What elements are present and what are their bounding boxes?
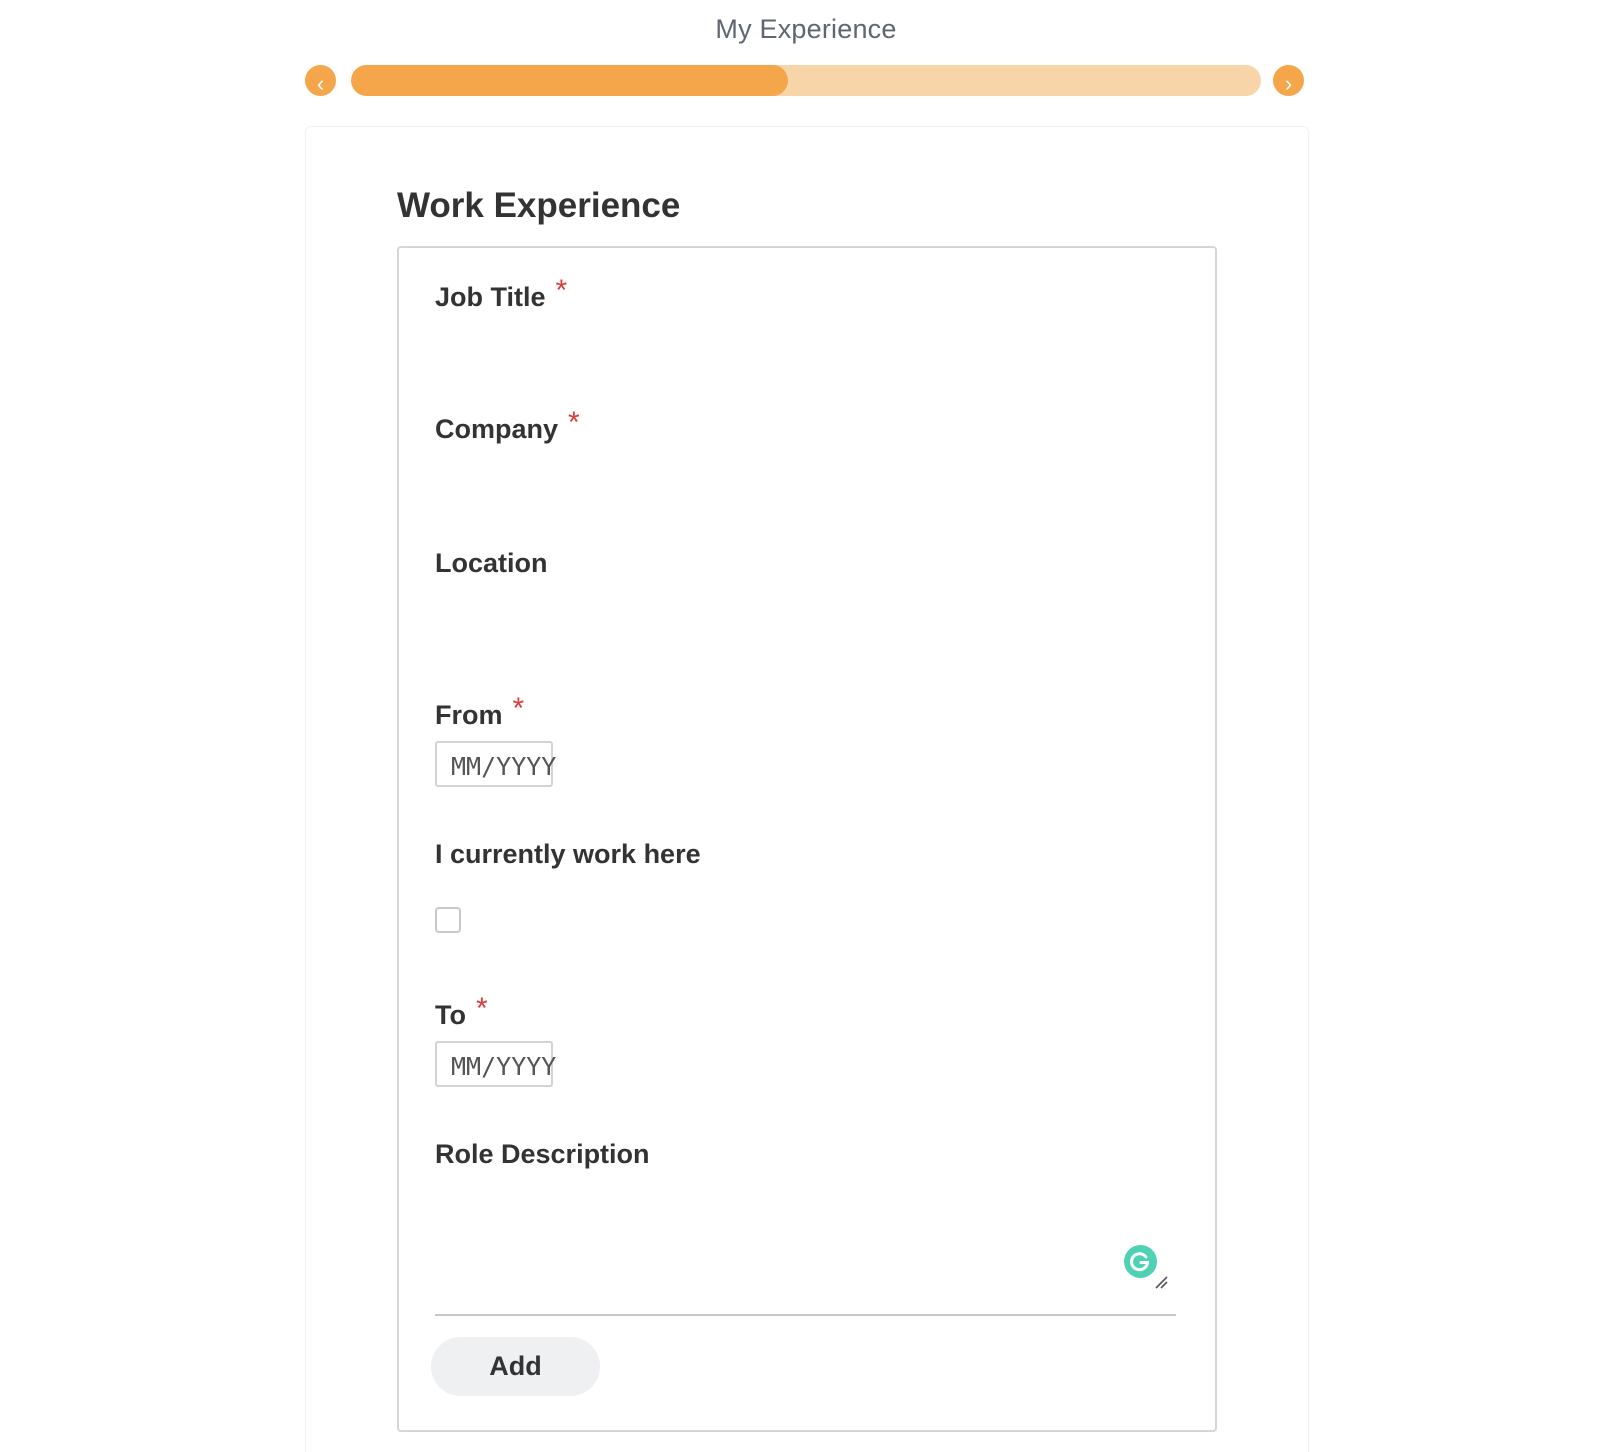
company-label-text: Company [435,414,559,444]
required-mark: * [555,274,568,307]
progress-title: My Experience [715,14,897,44]
role-description-textarea[interactable] [435,1186,1176,1316]
current-job-label: I currently work here [435,839,701,870]
required-mark: * [512,692,525,725]
current-job-checkbox[interactable] [435,907,461,933]
current-job-label-text: I currently work here [435,839,701,869]
to-date-input[interactable]: MM/YYYY [435,1041,556,1087]
chevron-right-icon: › [1284,71,1293,96]
required-mark: * [475,992,488,1025]
to-label: To * [435,992,488,1032]
role-description-label-text: Role Description [435,1139,650,1169]
from-label-text: From [435,700,503,730]
page: My Experience ‹ › Work Experience Job Ti… [0,0,1612,1452]
job-title-label: Job Title * [435,274,567,314]
from-date-input[interactable]: MM/YYYY [435,741,556,787]
required-mark: * [568,406,580,439]
section-title: Work Experience [397,186,681,225]
to-label-text: To [435,1000,466,1030]
role-description-label: Role Description [435,1139,650,1170]
previous-step-button[interactable]: ‹ [305,65,336,96]
job-title-label-text: Job Title [435,282,546,312]
location-label-text: Location [435,548,548,578]
company-label: Company * [435,406,580,446]
progress-bar-fill [351,65,788,96]
grammarly-icon[interactable] [1124,1245,1157,1278]
chevron-left-icon: ‹ [316,71,325,96]
resize-handle-icon[interactable] [1154,1275,1168,1289]
next-step-button[interactable]: › [1273,65,1304,96]
location-label: Location [435,548,548,579]
from-label: From * [435,692,524,732]
progress-bar [351,65,1261,96]
add-button[interactable]: Add [431,1337,600,1396]
